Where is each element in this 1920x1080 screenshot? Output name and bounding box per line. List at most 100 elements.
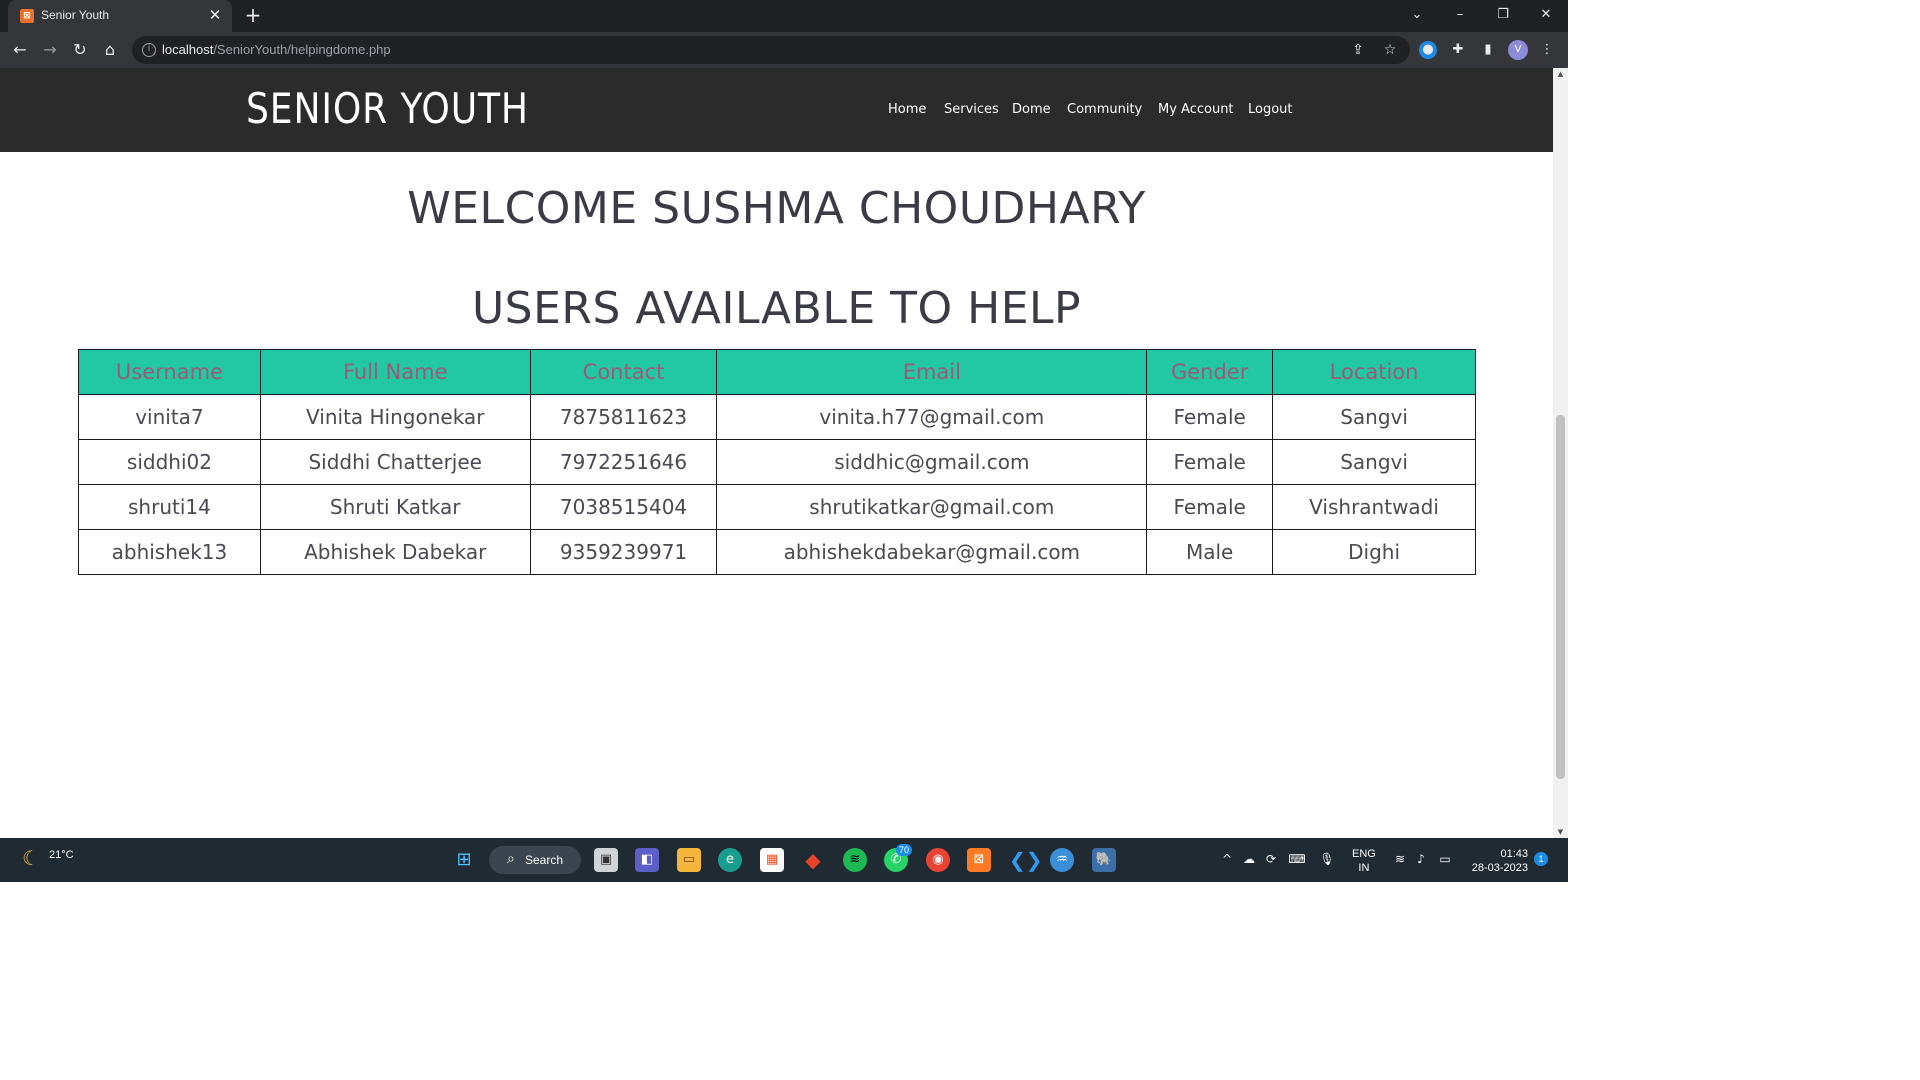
reload-icon[interactable]: ↻ (69, 39, 91, 61)
cell-gender: Male (1146, 529, 1274, 575)
column-header-username: Username (78, 349, 261, 395)
notification-badge[interactable]: 1 (1534, 852, 1548, 866)
profile-avatar[interactable]: V (1508, 40, 1528, 60)
nav-home[interactable]: Home (888, 102, 926, 117)
extensions-puzzle-icon[interactable]: ✚ (1448, 40, 1468, 60)
url-host: localhost (162, 42, 214, 57)
cell-location: Sangvi (1272, 439, 1476, 485)
column-header-contact: Contact (529, 349, 718, 395)
vscode-icon[interactable]: ❮❯ (1009, 848, 1043, 872)
scrollbar-thumb[interactable] (1556, 415, 1565, 779)
task-view-icon[interactable]: ▣ (594, 848, 618, 872)
tab-search-chevron-icon[interactable]: ⌄ (1406, 5, 1428, 25)
close-window-icon[interactable]: ✕ (1535, 5, 1557, 25)
input-language[interactable]: ENG IN (1352, 847, 1376, 875)
browser-toolbar: ← → ↻ ⌂ i localhost/SeniorYouth/helpingd… (0, 32, 1568, 68)
weather-moon-icon[interactable]: ☾ (20, 847, 42, 869)
chrome-icon[interactable]: ◉ (926, 848, 950, 872)
cell-full-name: Siddhi Chatterjee (259, 439, 531, 485)
cell-username: vinita7 (78, 394, 261, 440)
cell-full-name: Shruti Katkar (259, 484, 531, 530)
forward-icon[interactable]: → (39, 39, 61, 61)
table-header-row: Username Full Name Contact Email Gender … (78, 349, 1476, 395)
cell-location: Sangvi (1272, 394, 1476, 440)
minimize-icon[interactable]: – (1449, 5, 1471, 25)
clock-time: 01:43 (1500, 848, 1528, 860)
site-info-icon[interactable]: i (142, 43, 156, 57)
anydesk-icon[interactable]: ◆ (801, 848, 825, 872)
spotify-icon[interactable]: ≋ (843, 848, 867, 872)
scroll-down-arrow-icon[interactable]: ▼ (1553, 826, 1568, 838)
table-row: shruti14 Shruti Katkar 7038515404 shruti… (78, 484, 1476, 530)
address-bar[interactable]: i localhost/SeniorYouth/helpingdome.php … (132, 36, 1410, 64)
region-code: IN (1358, 862, 1370, 874)
nav-services[interactable]: Services (944, 102, 999, 117)
cell-username: abhishek13 (78, 529, 261, 575)
start-icon[interactable]: ⊞ (452, 848, 476, 872)
clock-date: 28-03-2023 (1471, 862, 1528, 874)
cell-username: shruti14 (78, 484, 261, 530)
restore-icon[interactable]: ❐ (1492, 5, 1514, 25)
search-label: Search (525, 853, 564, 867)
taskbar-search[interactable]: ⌕ Search (489, 846, 581, 874)
column-header-email: Email (716, 349, 1148, 395)
cell-contact: 9359239971 (529, 529, 718, 575)
cell-email: vinita.h77@gmail.com (716, 394, 1148, 440)
cell-contact: 7038515404 (529, 484, 718, 530)
file-explorer-icon[interactable]: ▭ (677, 848, 701, 872)
taskbar-clock[interactable]: 01:43 28-03-2023 (1466, 847, 1528, 875)
nav-community[interactable]: Community (1067, 102, 1142, 117)
onedrive-cloud-icon[interactable]: ☁ (1240, 850, 1258, 868)
keyboard-icon[interactable]: ⌨ (1288, 850, 1306, 868)
table-row: vinita7 Vinita Hingonekar 7875811623 vin… (78, 394, 1476, 440)
back-icon[interactable]: ← (9, 39, 31, 61)
browser-tab-strip: ⊠ Senior Youth ✕ + ⌄ – ❐ ✕ (0, 0, 1568, 32)
whatsapp-badge: 70 (896, 844, 913, 856)
column-header-full-name: Full Name (259, 349, 531, 395)
site-header: SENIOR YOUTH Home Services Dome Communit… (0, 68, 1553, 152)
xampp-icon[interactable]: ⊠ (967, 848, 991, 872)
mysql-workbench-icon[interactable]: ♒ (1050, 848, 1074, 872)
extension-icon[interactable]: ● (1419, 41, 1437, 59)
cell-gender: Female (1146, 394, 1274, 440)
teams-chat-icon[interactable]: ◧ (635, 848, 659, 872)
nav-dome[interactable]: Dome (1012, 102, 1051, 117)
search-icon: ⌕ (507, 851, 515, 867)
microsoft-store-icon[interactable]: ▦ (760, 848, 784, 872)
nav-logout[interactable]: Logout (1248, 102, 1293, 117)
show-hidden-icons-icon[interactable]: ^ (1218, 850, 1236, 868)
page-viewport: SENIOR YOUTH Home Services Dome Communit… (0, 68, 1553, 838)
welcome-heading: WELCOME SUSHMA CHOUDHARY (407, 183, 1146, 234)
weather-temperature[interactable]: 21°C (49, 849, 74, 861)
new-tab-button[interactable]: + (242, 4, 264, 26)
lang-code: ENG (1352, 848, 1376, 860)
nav-my-account[interactable]: My Account (1158, 102, 1234, 117)
cell-email: siddhic@gmail.com (716, 439, 1148, 485)
scroll-up-arrow-icon[interactable]: ▲ (1553, 68, 1568, 80)
postgresql-icon[interactable]: 🐘 (1092, 848, 1116, 872)
site-logo[interactable]: SENIOR YOUTH (246, 84, 529, 133)
cell-gender: Female (1146, 439, 1274, 485)
share-icon[interactable]: ⇪ (1348, 40, 1368, 60)
battery-icon[interactable]: ▭ (1436, 850, 1454, 868)
microphone-icon[interactable]: 🎙 (1318, 850, 1336, 868)
cell-email: shrutikatkar@gmail.com (716, 484, 1148, 530)
sync-icon[interactable]: ⟳ (1262, 850, 1280, 868)
cell-contact: 7972251646 (529, 439, 718, 485)
page-scrollbar[interactable]: ▲ ▼ (1553, 68, 1568, 838)
more-menu-icon[interactable]: ⋮ (1537, 40, 1557, 60)
column-header-location: Location (1272, 349, 1476, 395)
home-icon[interactable]: ⌂ (99, 39, 121, 61)
side-panel-icon[interactable]: ▮ (1478, 40, 1498, 60)
xampp-icon: ⊠ (20, 9, 34, 23)
edge-icon[interactable]: e (718, 848, 742, 872)
cell-contact: 7875811623 (529, 394, 718, 440)
cell-email: abhishekdabekar@gmail.com (716, 529, 1148, 575)
wifi-icon[interactable]: ≋ (1391, 850, 1409, 868)
bookmark-star-icon[interactable]: ☆ (1380, 40, 1400, 60)
url-text[interactable]: localhost/SeniorYouth/helpingdome.php (162, 42, 391, 57)
cell-location: Vishrantwadi (1272, 484, 1476, 530)
volume-icon[interactable]: ♪ (1412, 850, 1430, 868)
browser-tab[interactable]: ⊠ Senior Youth ✕ (8, 0, 232, 32)
tab-close-icon[interactable]: ✕ (206, 6, 224, 24)
